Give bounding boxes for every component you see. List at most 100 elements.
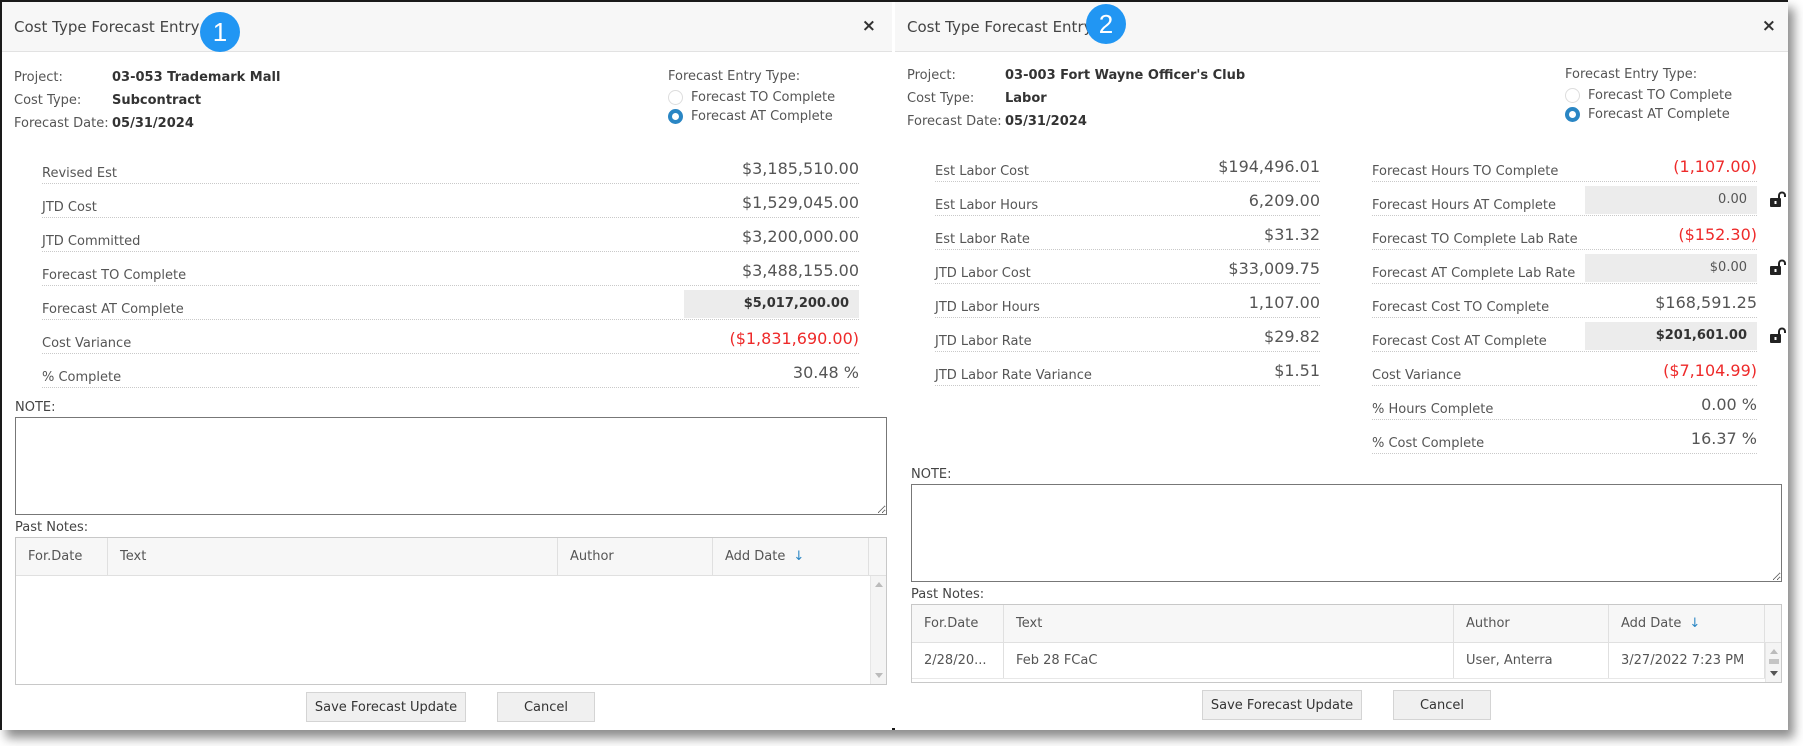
scroll-thumb[interactable]: [1769, 659, 1779, 664]
metric-label: Forecast TO Complete Lab Rate: [1372, 232, 1578, 247]
metric-value: 0.00 %: [1701, 395, 1757, 414]
cancel-button[interactable]: Cancel: [1393, 690, 1491, 720]
forecast-date-label: Forecast Date:: [14, 116, 109, 131]
metric-value: 16.37 %: [1690, 429, 1757, 448]
metric-revised-est: Revised Est $3,185,510.00: [42, 150, 859, 184]
unlock-icon[interactable]: [1769, 259, 1787, 277]
metric-value: $29.82: [1264, 327, 1320, 346]
metric-value: 30.48 %: [792, 363, 859, 382]
forecast-entry-type: Forecast Entry Type: Forecast TO Complet…: [668, 66, 835, 126]
forecast-date-value: 05/31/2024: [1005, 114, 1087, 129]
table-body: 2/28/20... Feb 28 FCaC User, Anterra 3/2…: [912, 643, 1781, 682]
note-textarea[interactable]: [911, 484, 1782, 582]
metric-value: ($7,104.99): [1663, 361, 1757, 380]
vertical-scrollbar[interactable]: [870, 576, 886, 684]
metric-label: JTD Cost: [42, 200, 97, 215]
metric-percent-cost-complete: % Cost Complete 16.37 %: [1372, 420, 1757, 454]
radio-forecast-at-complete[interactable]: Forecast AT Complete: [668, 107, 835, 126]
column-header-label: Add Date: [725, 549, 786, 564]
scroll-down-icon[interactable]: [875, 673, 883, 678]
forecast-cost-at-complete-input[interactable]: $201,601.00: [1585, 322, 1757, 350]
column-header-text[interactable]: Text: [1004, 605, 1454, 642]
metric-label: % Complete: [42, 370, 122, 385]
metric-est-labor-rate: Est Labor Rate $31.32: [935, 216, 1320, 250]
scroll-down-icon[interactable]: [1770, 671, 1778, 676]
metric-forecast-hours-to-complete: Forecast Hours TO Complete (1,107.00): [1372, 148, 1757, 182]
metric-value: 6,209.00: [1248, 191, 1320, 210]
close-icon[interactable]: ×: [1762, 16, 1776, 36]
radio-label: Forecast AT Complete: [1588, 107, 1730, 122]
metric-value: $1.51: [1274, 361, 1320, 380]
scroll-up-icon[interactable]: [875, 582, 883, 587]
column-header-author[interactable]: Author: [558, 538, 713, 575]
forecast-date-label: Forecast Date:: [907, 114, 1002, 129]
metric-est-labor-cost: Est Labor Cost $194,496.01: [935, 148, 1320, 182]
vertical-scrollbar[interactable]: [1765, 643, 1781, 682]
radio-selected-icon[interactable]: [1565, 107, 1580, 122]
project-value: 03-003 Fort Wayne Officer's Club: [1005, 68, 1246, 83]
metric-forecast-hours-at-complete: Forecast Hours AT Complete 0.00: [1372, 182, 1786, 216]
cancel-button[interactable]: Cancel: [497, 692, 595, 722]
callout-badge: 1: [200, 12, 240, 52]
table-header: For.Date Text Author Add Date ↓: [16, 538, 886, 576]
entry-type-caption: Forecast Entry Type:: [1565, 67, 1698, 82]
scroll-up-icon[interactable]: [1770, 649, 1778, 654]
metric-percent-hours-complete: % Hours Complete 0.00 %: [1372, 386, 1757, 420]
metric-cost-variance: Cost Variance ($1,831,690.00): [42, 320, 859, 354]
save-forecast-update-button[interactable]: Save Forecast Update: [1202, 690, 1362, 720]
radio-forecast-to-complete[interactable]: Forecast TO Complete: [1565, 86, 1732, 105]
metric-value: $31.32: [1264, 225, 1320, 244]
forecast-entry-type: Forecast Entry Type: Forecast TO Complet…: [1565, 64, 1732, 124]
radio-unselected-icon[interactable]: [1565, 88, 1580, 103]
project-label: Project:: [907, 68, 956, 83]
radio-label: Forecast TO Complete: [691, 90, 836, 105]
metric-label: Forecast TO Complete: [42, 268, 187, 283]
metric-forecast-at-complete-lab-rate: Forecast AT Complete Lab Rate $0.00: [1372, 250, 1786, 284]
metric-forecast-to-complete-lab-rate: Forecast TO Complete Lab Rate ($152.30): [1372, 216, 1757, 250]
metric-label: % Hours Complete: [1372, 402, 1494, 417]
labor-metrics-list: Est Labor Cost $194,496.01 Est Labor Hou…: [935, 148, 1320, 386]
metric-jtd-cost: JTD Cost $1,529,045.00: [42, 184, 859, 218]
radio-unselected-icon[interactable]: [668, 90, 683, 105]
project-value: 03-053 Trademark Mall: [112, 70, 281, 85]
column-header-for-date[interactable]: For.Date: [16, 538, 108, 575]
column-header-add-date[interactable]: Add Date ↓: [1609, 605, 1765, 642]
metric-value: $33,009.75: [1228, 259, 1320, 278]
note-textarea[interactable]: [15, 417, 887, 515]
save-forecast-update-button[interactable]: Save Forecast Update: [306, 692, 466, 722]
metric-forecast-cost-to-complete: Forecast Cost TO Complete $168,591.25: [1372, 284, 1757, 318]
metric-label: Revised Est: [42, 166, 117, 181]
column-header-author[interactable]: Author: [1454, 605, 1609, 642]
radio-selected-icon[interactable]: [668, 109, 683, 124]
entry-type-caption: Forecast Entry Type:: [668, 69, 801, 84]
metric-label: Forecast Hours AT Complete: [1372, 198, 1556, 213]
close-icon[interactable]: ×: [862, 16, 876, 36]
radio-label: Forecast AT Complete: [691, 109, 833, 124]
dialog-title: Cost Type Forecast Entry: [907, 18, 1093, 36]
dialog-header: Cost Type Forecast Entry ×: [895, 2, 1788, 52]
unlock-icon[interactable]: [1769, 191, 1787, 209]
metrics-list: Revised Est $3,185,510.00 JTD Cost $1,52…: [42, 150, 859, 388]
column-header-for-date[interactable]: For.Date: [912, 605, 1004, 642]
forecast-dialog-subcontract: Cost Type Forecast Entry × 1 Project: 03-…: [2, 2, 892, 730]
metric-value: 1,107.00: [1248, 293, 1320, 312]
metric-label: Forecast AT Complete Lab Rate: [1372, 266, 1576, 281]
column-header-add-date[interactable]: Add Date ↓: [713, 538, 869, 575]
table-row[interactable]: 2/28/20... Feb 28 FCaC User, Anterra 3/2…: [912, 643, 1781, 679]
unlock-icon[interactable]: [1769, 327, 1787, 345]
past-notes-label: Past Notes:: [911, 587, 985, 602]
dialog-title: Cost Type Forecast Entry: [14, 18, 200, 36]
forecast-metrics-list: Forecast Hours TO Complete (1,107.00) Fo…: [1372, 148, 1786, 454]
radio-forecast-to-complete[interactable]: Forecast TO Complete: [668, 88, 835, 107]
callout-badge: 2: [1086, 4, 1126, 44]
forecast-at-complete-lab-rate-input[interactable]: $0.00: [1585, 254, 1757, 282]
forecast-dialog-labor: Cost Type Forecast Entry × 2 Project: 03-…: [895, 2, 1788, 730]
column-header-text[interactable]: Text: [108, 538, 558, 575]
dialog-info: Project: 03-003 Fort Wayne Officer's Club…: [907, 64, 1245, 133]
metric-label: Forecast Cost AT Complete: [1372, 334, 1547, 349]
forecast-at-complete-input[interactable]: $5,017,200.00: [684, 290, 859, 318]
forecast-hours-at-complete-input[interactable]: 0.00: [1585, 186, 1757, 214]
metric-label: JTD Labor Rate Variance: [935, 368, 1092, 383]
metric-label: JTD Labor Cost: [935, 266, 1031, 281]
radio-forecast-at-complete[interactable]: Forecast AT Complete: [1565, 105, 1732, 124]
